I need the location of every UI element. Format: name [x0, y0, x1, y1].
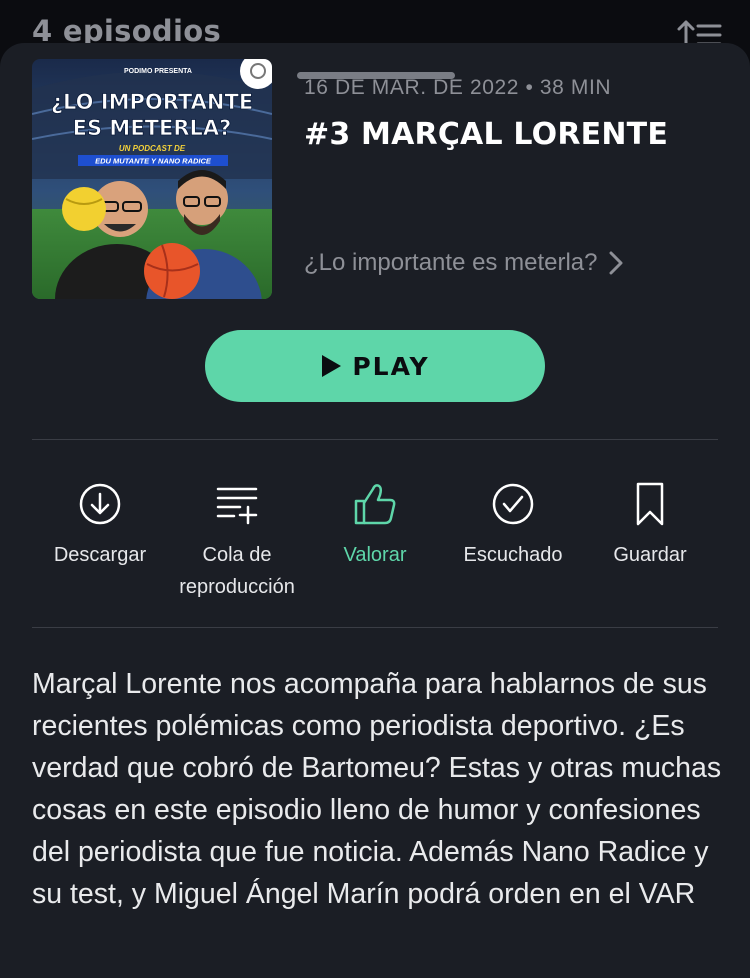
listened-label: Escuchado [463, 544, 563, 566]
episode-description: Marçal Lorente nos acompaña para hablarn… [32, 668, 722, 910]
listened-button[interactable]: Escuchado [438, 481, 588, 571]
podcast-link-label: ¿Lo importante es meterla? [304, 249, 598, 276]
cover-presenter: PODIMO PRESENTA [124, 68, 192, 75]
queue-add-icon [216, 487, 258, 525]
divider-top [32, 439, 718, 440]
bookmark-icon [636, 482, 664, 526]
play-button-label: PLAY [352, 351, 430, 381]
episode-title: #3 MARÇAL LORENTE [304, 117, 669, 152]
play-button[interactable]: PLAY [205, 330, 545, 402]
queue-label: Cola de reproducción [179, 544, 295, 598]
episode-meta: 16 DE MAR. DE 2022 • 38 MIN [304, 76, 612, 99]
cover-subtitle2: EDU MUTANTE Y NANO RADICE [95, 157, 212, 166]
queue-button[interactable]: Cola de reproducción [162, 481, 312, 603]
play-icon [322, 355, 342, 377]
check-circle-icon [492, 483, 534, 525]
chevron-right-icon [609, 251, 623, 275]
rate-label: Valorar [343, 544, 407, 566]
cover-title-line2: ES METERLA? [73, 116, 232, 140]
cover-subtitle1: UN PODCAST DE [119, 144, 186, 153]
episode-sheet: PODIMO PRESENTA ¿LO IMPORTANTE ES METERL… [0, 43, 750, 978]
download-button[interactable]: Descargar [25, 481, 175, 571]
save-label: Guardar [613, 544, 687, 566]
divider-bottom [32, 627, 718, 628]
podcast-link[interactable]: ¿Lo importante es meterla? [304, 249, 623, 277]
save-button[interactable]: Guardar [575, 481, 725, 571]
download-icon [79, 483, 121, 525]
thumbs-up-icon [354, 484, 396, 525]
rate-button[interactable]: Valorar [300, 481, 450, 571]
download-label: Descargar [53, 544, 147, 566]
episode-cover-image: PODIMO PRESENTA ¿LO IMPORTANTE ES METERL… [32, 59, 272, 299]
cover-title-line1: ¿LO IMPORTANTE [51, 90, 253, 114]
